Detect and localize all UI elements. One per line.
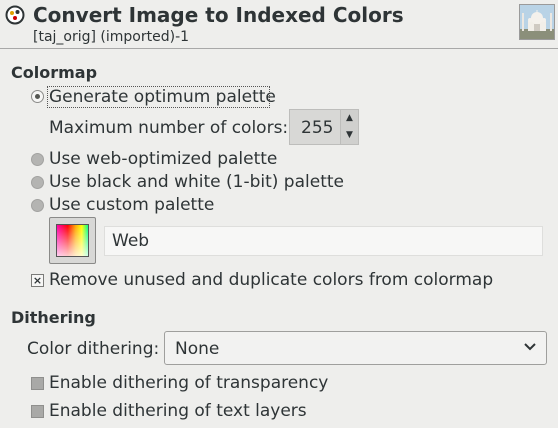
dialog-subtitle: [taj_orig] (imported)-1 xyxy=(33,29,190,45)
remove-unused-label[interactable]: Remove unused and duplicate colors from … xyxy=(49,270,493,290)
colormap-section-title: Colormap xyxy=(11,63,98,82)
palette-name-field[interactable]: Web xyxy=(104,226,543,256)
generate-optimum-label[interactable]: Generate optimum palette xyxy=(49,87,276,107)
dithering-section-title: Dithering xyxy=(11,308,96,327)
remove-unused-checkbox[interactable]: × xyxy=(31,274,44,287)
max-colors-spinner[interactable]: 255 ▲ ▼ xyxy=(289,109,359,145)
header-separator xyxy=(0,48,558,49)
web-optimized-radio[interactable] xyxy=(31,153,44,166)
custom-palette-label[interactable]: Use custom palette xyxy=(49,195,214,215)
web-optimized-label[interactable]: Use web-optimized palette xyxy=(49,149,277,169)
transparency-dither-label[interactable]: Enable dithering of transparency xyxy=(49,373,328,393)
text-layers-dither-checkbox[interactable] xyxy=(31,405,44,418)
dialog-header: Convert Image to Indexed Colors [taj_ori… xyxy=(0,0,558,48)
spin-buttons: ▲ ▼ xyxy=(340,110,358,144)
custom-palette-radio[interactable] xyxy=(31,199,44,212)
max-colors-value[interactable]: 255 xyxy=(301,118,333,138)
dialog-title: Convert Image to Indexed Colors xyxy=(33,3,404,27)
color-dithering-combo[interactable]: None xyxy=(164,331,547,365)
max-colors-label: Maximum number of colors: xyxy=(49,118,289,138)
black-white-radio[interactable] xyxy=(31,176,44,189)
chevron-down-icon[interactable]: ▼ xyxy=(341,127,358,144)
palette-name-value: Web xyxy=(112,231,150,251)
transparency-dither-checkbox[interactable] xyxy=(31,377,44,390)
generate-optimum-radio[interactable] xyxy=(31,90,44,103)
palette-select-button[interactable] xyxy=(49,217,96,264)
image-thumbnail xyxy=(519,4,555,40)
color-dithering-label: Color dithering: xyxy=(27,339,160,359)
color-dithering-value: None xyxy=(175,339,220,359)
gimp-logo-icon xyxy=(5,5,25,25)
chevron-down-icon xyxy=(524,343,536,351)
palette-icon xyxy=(56,224,89,257)
chevron-up-icon[interactable]: ▲ xyxy=(341,110,358,127)
black-white-label[interactable]: Use black and white (1-bit) palette xyxy=(49,172,344,192)
text-layers-dither-label[interactable]: Enable dithering of text layers xyxy=(49,401,307,421)
